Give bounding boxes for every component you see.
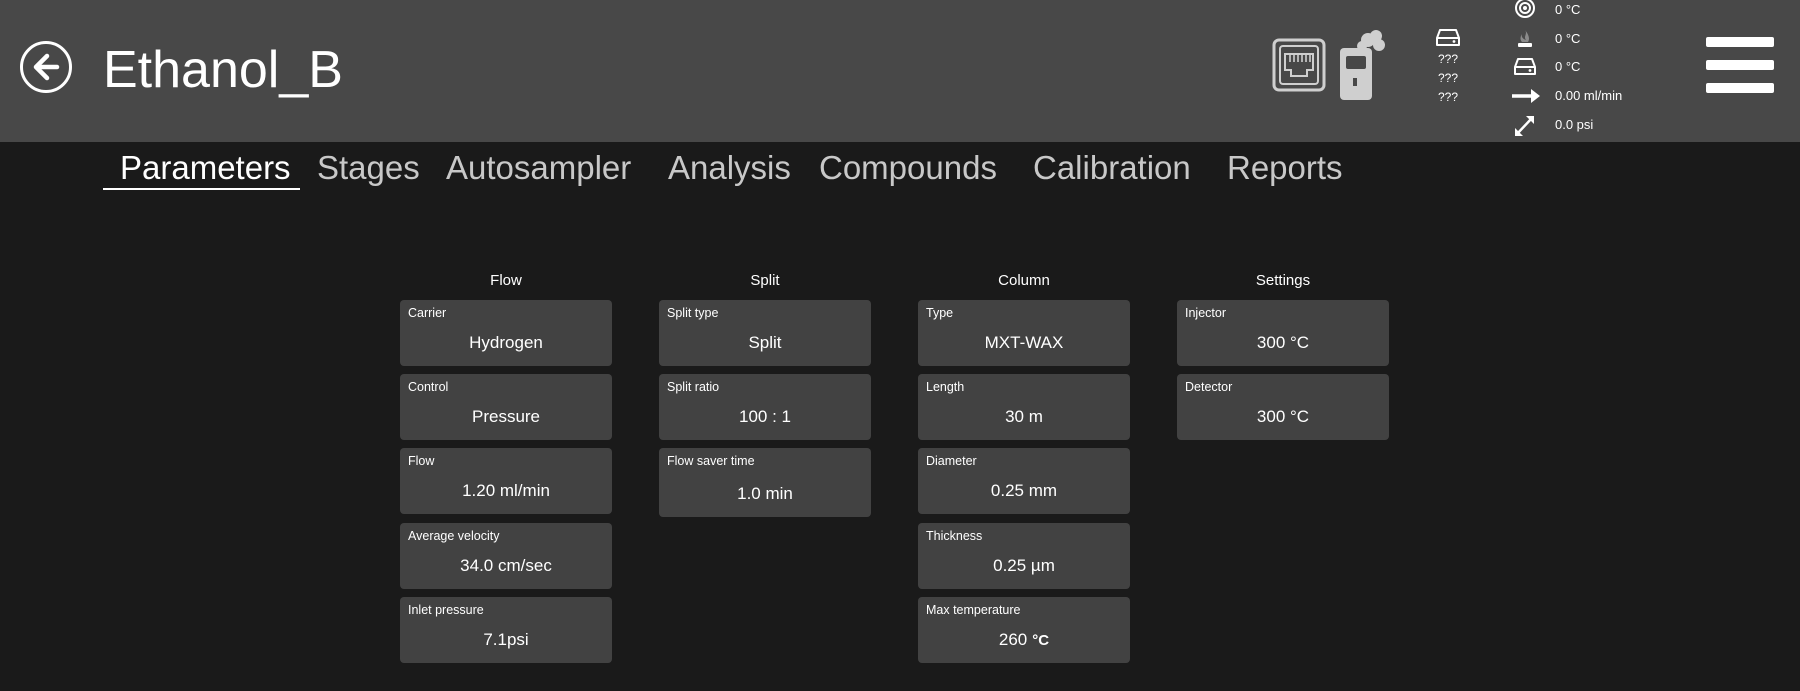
field-label: Flow saver time	[667, 454, 755, 468]
thickness-field[interactable]: Thickness 0.25 µm	[918, 523, 1130, 589]
column-section-title: Column	[998, 272, 1050, 289]
field-value: 0.25 µm	[993, 556, 1055, 575]
field-value: Hydrogen	[469, 333, 543, 352]
field-label: Flow	[408, 454, 435, 468]
status-flame: 0 °C	[1512, 28, 1712, 50]
field-label: Carrier	[408, 306, 447, 320]
field-label: Detector	[1185, 380, 1233, 394]
field-value: 300 °C	[1256, 407, 1310, 426]
menu-bar	[1706, 60, 1774, 70]
tab-parameters[interactable]: Parameters	[120, 147, 291, 189]
drive-icon	[1436, 29, 1460, 46]
flow-section-title: Flow	[490, 272, 522, 289]
field-value: Pressure	[471, 407, 541, 426]
arrow-left-icon	[33, 53, 60, 81]
status-readouts: 0 °C 0 °C 0 °C 0.00 ml/min 0.0 psi	[1512, 0, 1712, 142]
field-label: Max temperature	[926, 603, 1021, 617]
split-type-field[interactable]: Split type Split	[659, 300, 871, 366]
injector-field[interactable]: Injector 300 °C	[1177, 300, 1389, 366]
status-pressure: 0.0 psi	[1512, 114, 1712, 136]
average-velocity-field[interactable]: Average velocity 34.0 cm/sec	[400, 523, 612, 589]
unknown-readout: ???	[1437, 71, 1459, 85]
field-value: 7.1psi	[483, 630, 529, 649]
field-label: Length	[926, 380, 965, 394]
field-value: 1.20 ml/min	[462, 481, 550, 500]
tab-analysis[interactable]: Analysis	[668, 147, 791, 189]
column-type-field[interactable]: Type MXT-WAX	[918, 300, 1130, 366]
length-field[interactable]: Length 30 m	[918, 374, 1130, 440]
settings-section-title: Settings	[1255, 272, 1311, 289]
drive-icon	[1514, 58, 1536, 75]
detector-field[interactable]: Detector 300 °C	[1177, 374, 1389, 440]
tab-reports[interactable]: Reports	[1227, 147, 1343, 189]
flame-icon	[1518, 30, 1532, 47]
arrow-right-icon	[1512, 89, 1540, 103]
split-section-title: Split	[750, 272, 780, 289]
field-label: Split type	[667, 306, 719, 320]
back-button[interactable]	[20, 41, 72, 93]
field-label: Type	[926, 306, 954, 320]
flow-field[interactable]: Flow 1.20 ml/min	[400, 448, 612, 514]
menu-bar	[1706, 37, 1774, 47]
field-value: 260 °C	[918, 630, 1130, 650]
status-value: 0.0 psi	[1555, 117, 1594, 132]
menu-bar	[1706, 83, 1774, 93]
field-label: Injector	[1185, 306, 1226, 320]
max-temperature-value: 260	[998, 630, 1028, 649]
field-label: Split ratio	[667, 380, 720, 394]
field-label: Thickness	[926, 529, 983, 543]
unknown-readout: ???	[1437, 90, 1459, 104]
field-value: MXT-WAX	[984, 333, 1064, 352]
field-label: Average velocity	[408, 529, 500, 543]
status-oven: 0 °C	[1512, 0, 1712, 22]
field-value: 30 m	[1005, 407, 1043, 426]
inlet-pressure-field[interactable]: Inlet pressure 7.1psi	[400, 597, 612, 663]
tab-stages[interactable]: Stages	[317, 147, 420, 189]
field-value: 300 °C	[1256, 333, 1310, 352]
status-value: 0 °C	[1555, 31, 1581, 46]
max-temperature-field[interactable]: Max temperature 260 °C	[918, 597, 1130, 663]
field-value: 0.25 mm	[990, 481, 1058, 500]
top-bar: Ethanol_B ??? ??? ??? 0 °C 0 °C 0 °C 0.0…	[0, 0, 1800, 142]
control-field[interactable]: Control Pressure	[400, 374, 612, 440]
tab-autosampler[interactable]: Autosampler	[446, 147, 631, 189]
unknown-readout: ???	[1437, 52, 1459, 66]
tab-compounds[interactable]: Compounds	[819, 147, 997, 189]
split-ratio-field[interactable]: Split ratio 100 : 1	[659, 374, 871, 440]
status-flow: 0.00 ml/min	[1512, 85, 1712, 107]
status-inlet: 0 °C	[1512, 56, 1712, 78]
field-value: Split	[748, 333, 782, 352]
field-label: Control	[408, 380, 449, 394]
page-title: Ethanol_B	[103, 41, 343, 99]
status-value: 0 °C	[1555, 2, 1581, 17]
expand-arrows-icon	[1515, 116, 1534, 136]
flow-saver-time-field[interactable]: Flow saver time 1.0 min	[659, 448, 871, 517]
diameter-field[interactable]: Diameter 0.25 mm	[918, 448, 1130, 514]
status-value: 0 °C	[1555, 59, 1581, 74]
active-tab-indicator	[103, 188, 300, 190]
unknown-readouts: ??? ??? ???	[1428, 50, 1468, 107]
status-value: 0.00 ml/min	[1555, 88, 1623, 103]
field-label: Diameter	[926, 454, 977, 468]
hamburger-menu-button[interactable]	[1706, 37, 1774, 97]
field-value: 100 : 1	[739, 407, 791, 426]
field-value: 34.0 cm/sec	[460, 556, 552, 575]
network-port-icon	[1272, 38, 1326, 92]
instrument-icon	[1340, 30, 1385, 100]
field-label: Inlet pressure	[408, 603, 484, 617]
field-value: 1.0 min	[737, 484, 793, 503]
target-icon	[1515, 0, 1535, 18]
carrier-field[interactable]: Carrier Hydrogen	[400, 300, 612, 366]
tab-calibration[interactable]: Calibration	[1033, 147, 1191, 189]
max-temperature-unit: °C	[1032, 632, 1050, 649]
